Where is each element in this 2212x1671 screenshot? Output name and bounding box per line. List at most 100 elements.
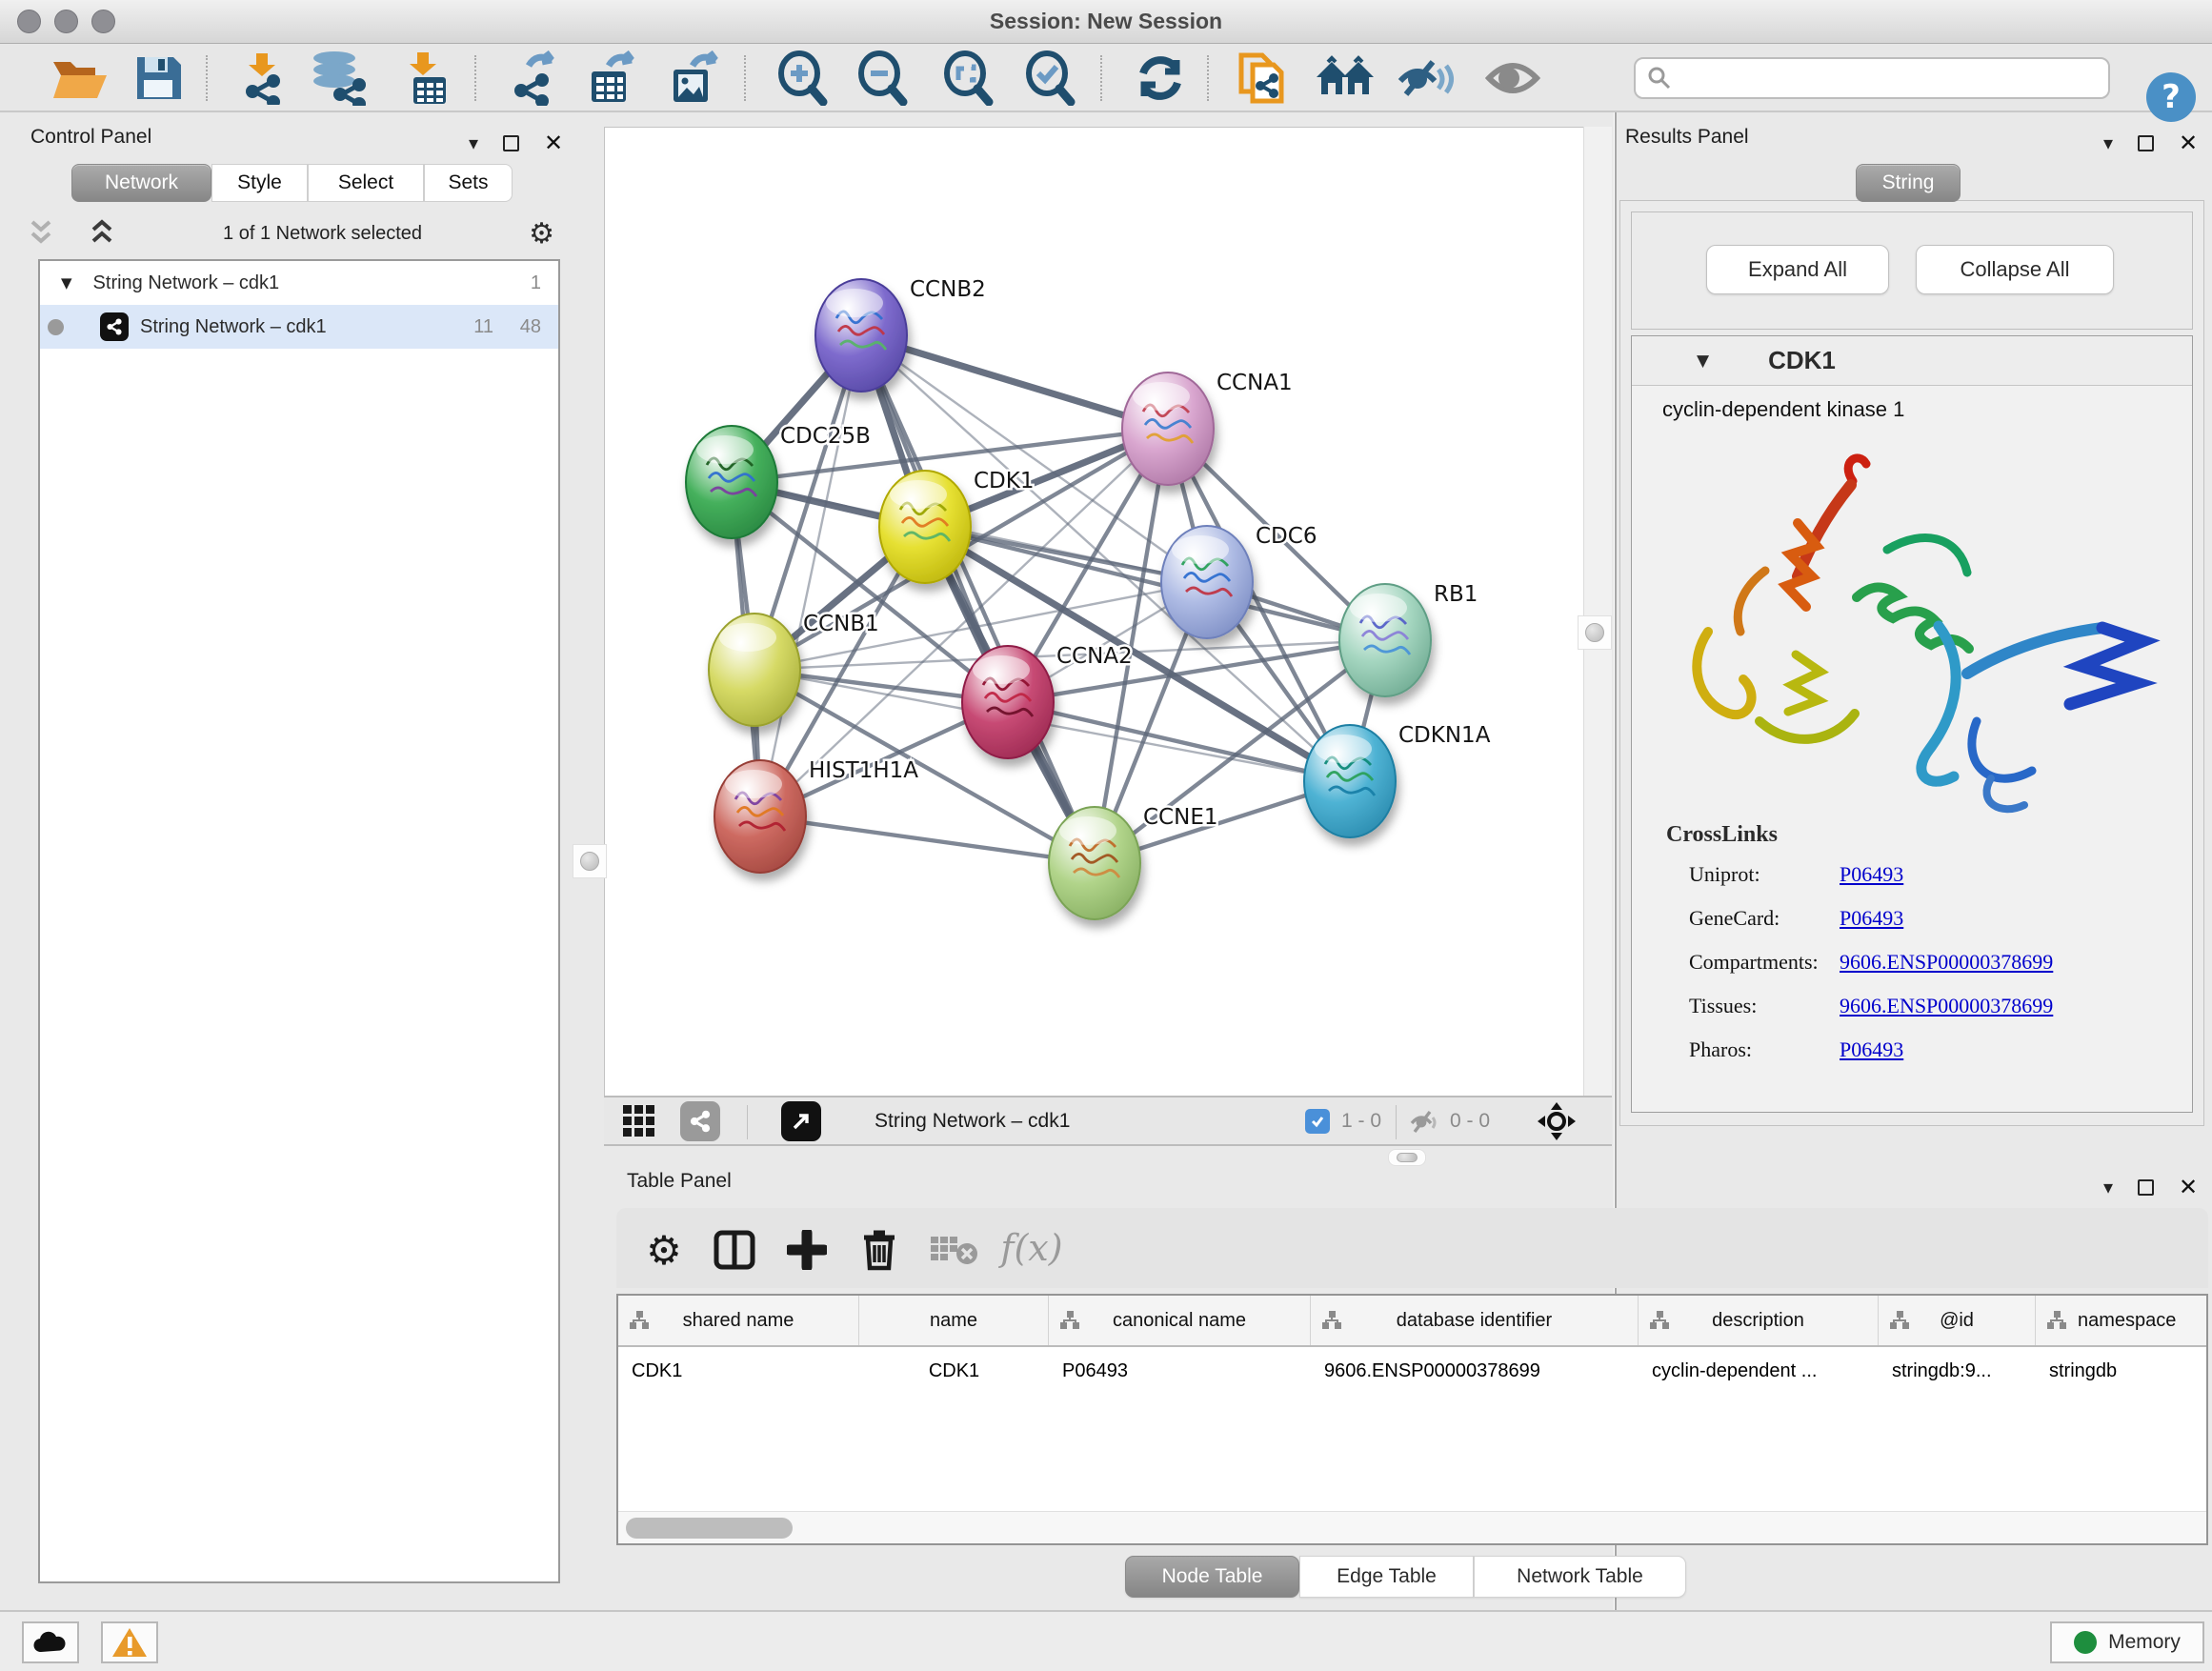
network-edge[interactable] (1008, 702, 1350, 781)
network-edge[interactable] (861, 335, 1095, 863)
export-image-icon[interactable] (659, 51, 726, 105)
table-horizontal-scrollbar[interactable] (618, 1511, 2206, 1543)
network-edge[interactable] (760, 335, 861, 816)
help-button[interactable]: ? (2146, 72, 2196, 122)
tab-sets[interactable]: Sets (424, 164, 513, 202)
cloud-status-button[interactable] (22, 1621, 79, 1663)
crosslink-tissues-link[interactable]: 9606.ENSP00000378699 (1840, 994, 2053, 1018)
tab-style[interactable]: Style (211, 164, 308, 202)
import-network-from-file-icon[interactable] (229, 51, 295, 105)
warnings-button[interactable] (101, 1621, 158, 1663)
selected-checkbox-icon[interactable] (1305, 1109, 1330, 1134)
network-node-ccna2[interactable]: CCNA2 (962, 644, 1133, 758)
splitter-handle-right[interactable] (1578, 615, 1612, 650)
search-input[interactable] (1672, 68, 2108, 90)
function-builder-fx[interactable]: f(x) (994, 1221, 1070, 1275)
minimize-panel-icon[interactable]: ▾ (469, 133, 478, 152)
network-node-ccnb2[interactable]: CCNB2 (815, 277, 986, 392)
close-panel-icon[interactable]: ✕ (2179, 131, 2198, 154)
select-first-neighbors-icon[interactable] (1311, 51, 1383, 105)
delete-table-icon[interactable] (925, 1223, 982, 1277)
expand-all-button[interactable]: Expand All (1706, 245, 1889, 294)
minimize-panel-icon[interactable]: ▾ (2103, 1178, 2113, 1197)
collapse-all-icon[interactable] (27, 218, 55, 249)
tree-expander-icon[interactable]: ▼ (61, 274, 72, 292)
network-list-options-gear-icon[interactable]: ⚙ (529, 217, 554, 251)
table-options-gear-icon[interactable]: ⚙ (639, 1223, 689, 1277)
splitter-handle-bottom[interactable] (1388, 1149, 1426, 1166)
import-table-from-file-icon[interactable] (391, 51, 457, 105)
column-header-id[interactable]: @id (1879, 1296, 2036, 1345)
show-all-icon[interactable] (1482, 51, 1543, 105)
tab-edge-table[interactable]: Edge Table (1299, 1556, 1474, 1598)
hidden-eye-icon[interactable] (1410, 1108, 1440, 1135)
crosslink-compartments-link[interactable]: 9606.ENSP00000378699 (1840, 950, 2053, 975)
close-panel-icon[interactable]: ✕ (544, 131, 563, 154)
column-header-canonical-name[interactable]: canonical name (1049, 1296, 1311, 1345)
delete-column-trash-icon[interactable] (853, 1223, 906, 1277)
birds-eye-grid-icon[interactable] (621, 1103, 657, 1139)
open-in-new-window-icon[interactable] (781, 1101, 821, 1141)
tab-network[interactable]: Network (71, 164, 211, 202)
network-row[interactable]: String Network – cdk1 11 48 (40, 305, 558, 349)
table-row[interactable]: CDK1 CDK1 P06493 9606.ENSP00000378699 cy… (618, 1347, 2206, 1395)
float-panel-icon[interactable] (2138, 135, 2154, 151)
float-panel-icon[interactable] (2138, 1179, 2154, 1196)
zoom-selected-icon[interactable] (1017, 51, 1084, 105)
network-edge[interactable] (760, 816, 1095, 863)
save-session-icon[interactable] (128, 51, 189, 105)
refresh-view-icon[interactable] (1130, 51, 1191, 105)
column-header-name[interactable]: name (859, 1296, 1049, 1345)
export-table-icon[interactable] (577, 51, 644, 105)
collapse-all-button[interactable]: Collapse All (1916, 245, 2114, 294)
zoom-in-icon[interactable] (770, 51, 836, 105)
cell-database-identifier[interactable]: 9606.ENSP00000378699 (1311, 1347, 1639, 1395)
show-columns-icon[interactable] (708, 1223, 761, 1277)
tab-string[interactable]: String (1856, 164, 1961, 202)
network-view-canvas[interactable]: CCNB2CCNA1CDC25BCDK1CDC6RB1CCNB1CCNA2CDK… (604, 127, 1583, 1096)
cell-shared-name[interactable]: CDK1 (618, 1347, 859, 1395)
tab-select[interactable]: Select (308, 164, 424, 202)
zoom-fit-content-icon[interactable] (935, 51, 1002, 105)
close-panel-icon[interactable]: ✕ (2179, 1176, 2198, 1198)
network-node-cdk1[interactable]: CDK1 (879, 469, 1035, 583)
network-type-share-icon[interactable] (680, 1101, 720, 1141)
splitter-handle-left[interactable] (573, 844, 607, 878)
column-header-description[interactable]: description (1639, 1296, 1879, 1345)
minimize-panel-icon[interactable]: ▾ (2103, 133, 2113, 152)
open-session-icon[interactable] (42, 51, 118, 105)
scrollbar-thumb[interactable] (626, 1518, 793, 1539)
create-column-plus-icon[interactable] (780, 1223, 834, 1277)
cell-id[interactable]: stringdb:9... (1879, 1347, 2036, 1395)
column-header-database-identifier[interactable]: database identifier (1311, 1296, 1639, 1345)
crosslink-genecard-link[interactable]: P06493 (1840, 906, 1903, 931)
clone-network-icon[interactable] (1231, 51, 1297, 105)
column-header-namespace[interactable]: namespace (2036, 1296, 2206, 1345)
cell-name[interactable]: CDK1 (859, 1347, 1049, 1395)
expand-all-icon[interactable] (88, 218, 116, 249)
cell-description[interactable]: cyclin-dependent ... (1639, 1347, 1879, 1395)
export-network-icon[interactable] (499, 51, 566, 105)
import-network-from-database-icon[interactable] (303, 51, 375, 105)
column-header-shared-name[interactable]: shared name (618, 1296, 859, 1345)
pan-crosshair-icon[interactable] (1536, 1100, 1578, 1142)
float-panel-icon[interactable] (503, 135, 519, 151)
collapse-section-icon[interactable]: ▼ (1697, 352, 1709, 371)
hide-selected-icon[interactable] (1393, 51, 1459, 105)
network-edge[interactable] (861, 335, 1168, 429)
network-node-ccnb1[interactable]: CCNB1 (709, 612, 879, 726)
cell-namespace[interactable]: stringdb (2036, 1347, 2206, 1395)
zoom-out-icon[interactable] (850, 51, 916, 105)
network-node-cdc6[interactable]: CDC6 (1161, 524, 1317, 638)
network-node-rb1[interactable]: RB1 (1339, 582, 1478, 696)
protein-card-header[interactable]: ▼ CDK1 (1632, 336, 2192, 386)
network-node-cdkn1a[interactable]: CDKN1A (1304, 723, 1491, 837)
tab-network-table[interactable]: Network Table (1474, 1556, 1686, 1598)
network-node-ccne1[interactable]: CCNE1 (1049, 805, 1218, 919)
memory-button[interactable]: Memory (2050, 1621, 2204, 1663)
network-node-hist1h1a[interactable]: HIST1H1A (714, 758, 918, 873)
crosslink-pharos-link[interactable]: P06493 (1840, 1037, 1903, 1062)
tab-node-table[interactable]: Node Table (1125, 1556, 1299, 1598)
crosslink-uniprot-link[interactable]: P06493 (1840, 862, 1903, 887)
network-collection-row[interactable]: ▼ String Network – cdk1 1 (40, 261, 558, 305)
